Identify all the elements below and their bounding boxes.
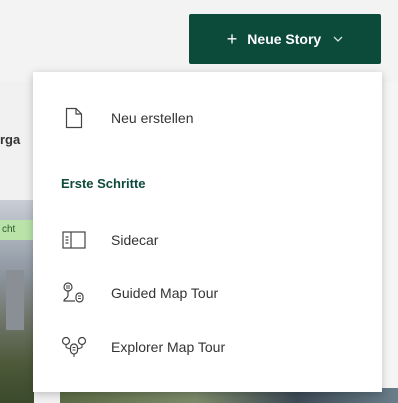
guided-map-tour-icon — [61, 280, 87, 306]
background-building-shape — [6, 270, 24, 330]
background-status-tag: cht — [0, 220, 34, 240]
menu-item-label: Neu erstellen — [111, 110, 194, 126]
menu-item-explorer-map-tour[interactable]: Explorer Map Tour — [33, 329, 382, 365]
background-tab-text: rga — [0, 132, 21, 147]
background-story-thumbnail: cht — [0, 200, 34, 403]
section-title-getting-started: Erste Schritte — [61, 176, 146, 191]
explorer-map-tour-icon — [61, 334, 87, 360]
new-story-button-label: Neue Story — [247, 31, 322, 47]
menu-item-create-new[interactable]: Neu erstellen — [33, 100, 382, 136]
menu-item-label: Explorer Map Tour — [111, 339, 226, 355]
menu-item-label: Sidecar — [111, 232, 159, 248]
menu-item-guided-map-tour[interactable]: Guided Map Tour — [33, 275, 382, 311]
document-icon — [61, 105, 87, 131]
menu-item-label: Guided Map Tour — [111, 285, 219, 301]
sidecar-icon — [61, 227, 87, 253]
menu-item-sidecar[interactable]: Sidecar — [33, 222, 382, 258]
new-story-dropdown-menu: Neu erstellen Erste Schritte Sidecar Gui… — [33, 72, 382, 392]
page-background-right — [382, 82, 398, 403]
new-story-button[interactable]: + Neue Story — [189, 14, 381, 64]
plus-icon: + — [226, 29, 238, 49]
chevron-down-icon — [333, 36, 343, 42]
